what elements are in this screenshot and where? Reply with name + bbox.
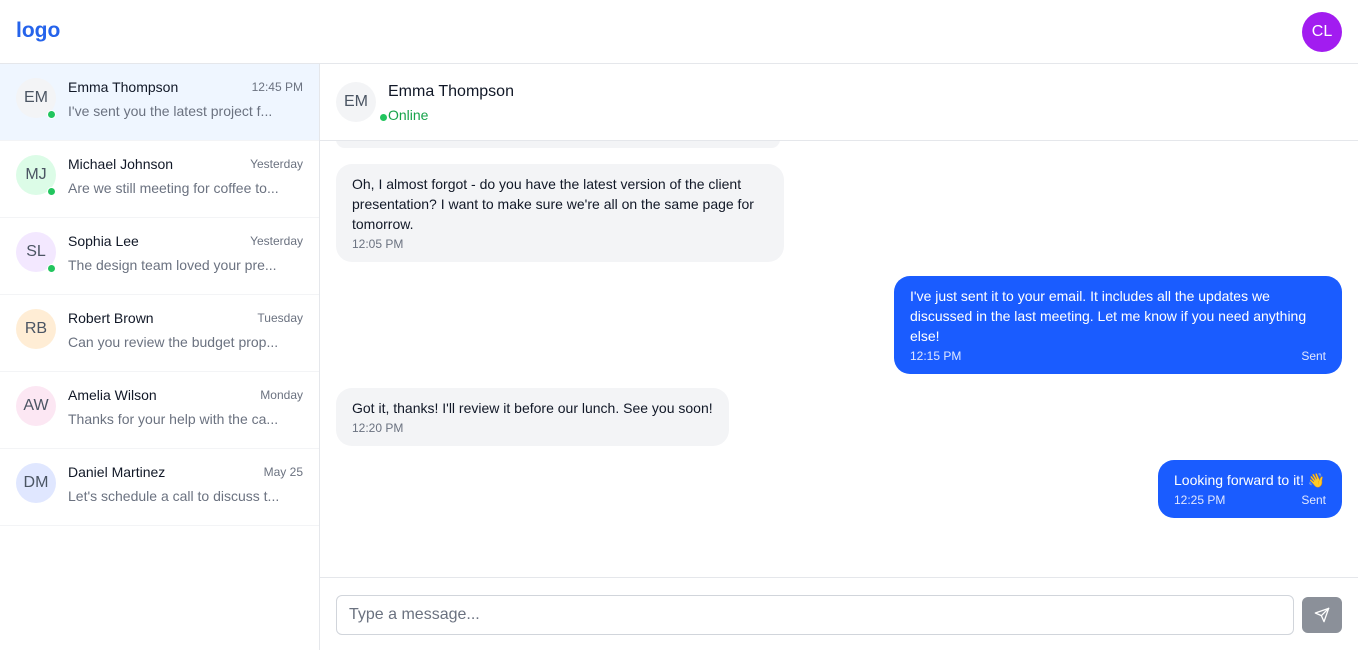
conversation-item-michael-johnson[interactable]: MJ Michael Johnson Yesterday Are we stil… xyxy=(0,141,319,218)
message-text: Got it, thanks! I'll review it before ou… xyxy=(352,400,713,416)
contact-name: Sophia Lee xyxy=(68,233,139,249)
send-icon xyxy=(1314,607,1330,623)
message-preview: Are we still meeting for coffee to... xyxy=(68,180,279,196)
avatar: RB xyxy=(16,309,56,349)
message-status: Sent xyxy=(1301,493,1326,507)
contact-name: Emma Thompson xyxy=(68,79,179,95)
timestamp: 12:45 PM xyxy=(251,80,303,94)
message-preview: I've sent you the latest project f... xyxy=(68,103,273,119)
message-text: Oh, I almost forgot - do you have the la… xyxy=(352,176,754,232)
online-indicator xyxy=(47,187,56,196)
online-indicator xyxy=(47,264,56,273)
message-preview: The design team loved your pre... xyxy=(68,257,277,273)
contact-status: Online xyxy=(388,107,429,123)
app-header: logo CL xyxy=(0,0,1358,64)
message-text: I've just sent it to your email. It incl… xyxy=(910,288,1307,344)
message-input[interactable] xyxy=(336,595,1294,635)
contact-avatar: EM xyxy=(336,82,376,122)
contact-name: Michael Johnson xyxy=(68,156,174,172)
timestamp: Yesterday xyxy=(250,157,303,171)
timestamp: Tuesday xyxy=(257,311,303,325)
user-avatar[interactable]: CL xyxy=(1302,12,1342,52)
avatar: AW xyxy=(16,386,56,426)
timestamp: May 25 xyxy=(263,465,303,479)
message-time: 12:05 PM xyxy=(352,237,404,251)
message-incoming: Oh, I almost forgot - do you have the la… xyxy=(336,164,784,262)
online-indicator xyxy=(47,110,56,119)
message-thread[interactable]: Oh, I almost forgot - do you have the la… xyxy=(320,141,1358,577)
avatar: DM xyxy=(16,463,56,503)
send-button[interactable] xyxy=(1302,597,1342,633)
online-indicator xyxy=(379,113,388,122)
conversation-item-amelia-wilson[interactable]: AW Amelia Wilson Monday Thanks for your … xyxy=(0,372,319,449)
message-status: Sent xyxy=(1301,349,1326,363)
message-time: 12:20 PM xyxy=(352,421,404,435)
message-outgoing: Looking forward to it! 👋 12:25 PM Sent xyxy=(1158,460,1342,518)
conversation-item-sophia-lee[interactable]: SL Sophia Lee Yesterday The design team … xyxy=(0,218,319,295)
message-preview: Let's schedule a call to discuss t... xyxy=(68,488,280,504)
contact-name: Robert Brown xyxy=(68,310,154,326)
message-preview: Can you review the budget prop... xyxy=(68,334,279,350)
message-preview: Thanks for your help with the ca... xyxy=(68,411,279,427)
conversation-item-daniel-martinez[interactable]: DM Daniel Martinez May 25 Let's schedule… xyxy=(0,449,319,526)
conversation-item-emma-thompson[interactable]: EM Emma Thompson 12:45 PM I've sent you … xyxy=(0,64,319,141)
message-time: 12:25 PM xyxy=(1174,493,1226,507)
timestamp: Yesterday xyxy=(250,234,303,248)
conversation-list: EM Emma Thompson 12:45 PM I've sent you … xyxy=(0,64,320,650)
message-time: 12:15 PM xyxy=(910,349,962,363)
contact-name: Emma Thompson xyxy=(388,83,514,100)
chat-header: EM Emma Thompson Online xyxy=(320,64,1358,141)
contact-name: Amelia Wilson xyxy=(68,387,157,403)
message-outgoing: I've just sent it to your email. It incl… xyxy=(894,276,1342,374)
conversation-item-robert-brown[interactable]: RB Robert Brown Tuesday Can you review t… xyxy=(0,295,319,372)
message-incoming: Got it, thanks! I'll review it before ou… xyxy=(336,388,729,446)
message-composer xyxy=(320,577,1358,650)
message-text: Looking forward to it! 👋 xyxy=(1174,472,1326,488)
contact-name: Daniel Martinez xyxy=(68,464,166,480)
timestamp: Monday xyxy=(260,388,303,402)
logo[interactable]: logo xyxy=(16,19,60,43)
message-bubble-partial xyxy=(336,141,780,148)
